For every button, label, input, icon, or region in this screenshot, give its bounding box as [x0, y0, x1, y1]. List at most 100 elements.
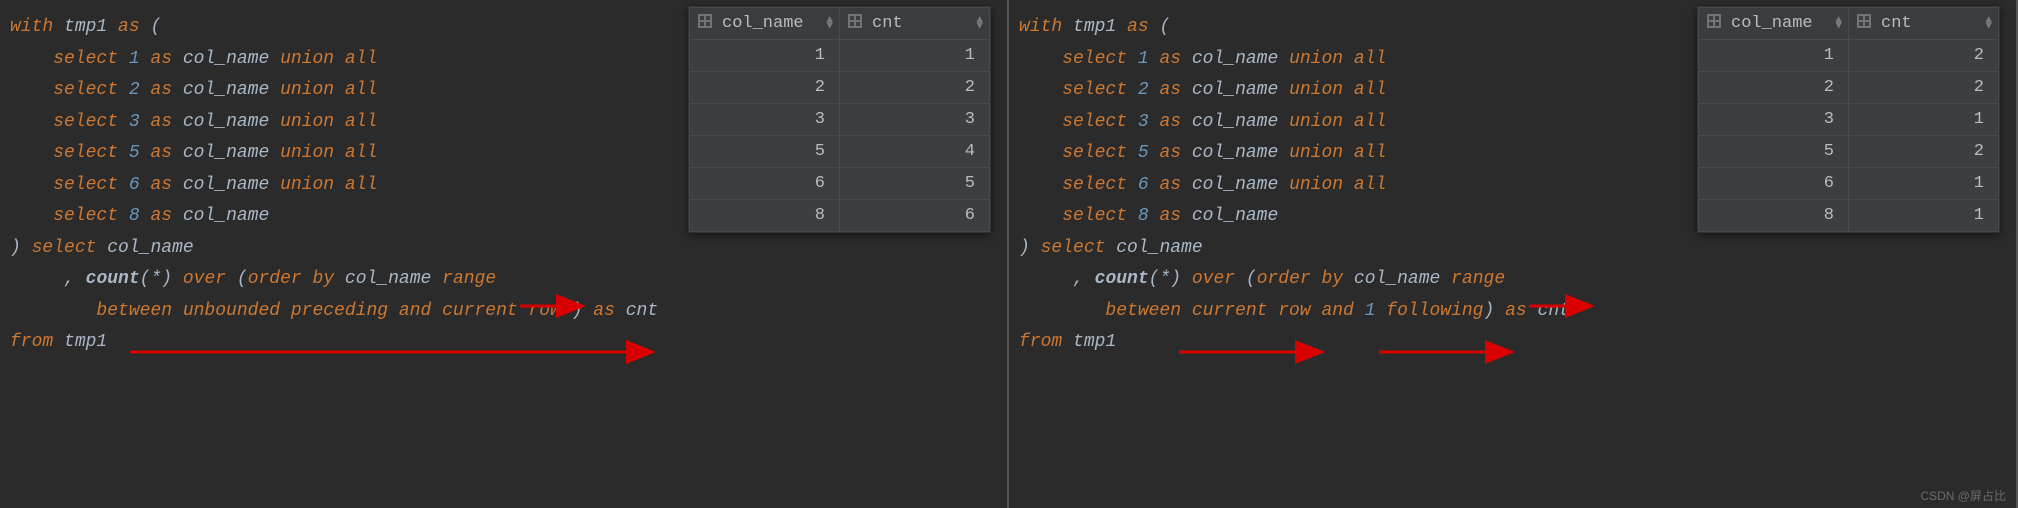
table-cell: 6 [840, 200, 990, 232]
column-header[interactable]: cnt ▲▼ [1849, 8, 1999, 40]
table-row[interactable]: 81 [1699, 200, 1999, 232]
column-header[interactable]: col_name ▲▼ [690, 8, 840, 40]
right-result-table: col_name▲▼cnt▲▼ 122231526181 [1697, 6, 2000, 233]
column-header[interactable]: cnt▲▼ [840, 8, 990, 40]
code-token: 2 [129, 80, 140, 100]
code-token: col_name [1192, 49, 1278, 69]
table-cell: 6 [690, 168, 840, 200]
code-token [10, 269, 64, 289]
code-token: col_name [1192, 143, 1278, 163]
code-token: as [140, 143, 183, 163]
column-icon [698, 14, 712, 34]
code-line: , count(*) over (order by col_name range [1019, 264, 2006, 296]
table-cell: 5 [690, 136, 840, 168]
code-token: , [1073, 269, 1084, 289]
code-token: 5 [1138, 143, 1149, 163]
code-token: ) [10, 238, 32, 258]
left-result-table: col_name▲▼cnt▲▼ 112233546586 [688, 6, 991, 233]
code-token: as [140, 175, 183, 195]
table-row[interactable]: 54 [690, 136, 990, 168]
table-cell: 2 [690, 72, 840, 104]
code-token: select [10, 206, 129, 226]
table-row[interactable]: 33 [690, 104, 990, 136]
table-cell: 5 [840, 168, 990, 200]
code-token: as [593, 301, 625, 321]
code-token: select [1019, 206, 1138, 226]
code-token: 6 [1138, 175, 1149, 195]
column-icon [1857, 14, 1871, 34]
code-token: select [10, 112, 129, 132]
code-token: ( [237, 269, 248, 289]
code-token: ( [1159, 17, 1170, 37]
table-cell: 2 [1849, 136, 1999, 168]
code-token [75, 269, 86, 289]
table-cell: 3 [1699, 104, 1849, 136]
table-row[interactable]: 86 [690, 200, 990, 232]
code-line: from tmp1 [10, 327, 997, 359]
code-token: select [1019, 112, 1138, 132]
code-token: union all [269, 80, 377, 100]
table-cell: 1 [1849, 168, 1999, 200]
table-row[interactable]: 61 [1699, 168, 1999, 200]
code-token: ) [561, 301, 593, 321]
code-token: as [140, 49, 183, 69]
code-token: between unbounded preceding and current … [10, 301, 561, 321]
code-token: tmp1 [1073, 332, 1116, 352]
code-line: ) select col_name [10, 233, 997, 265]
table-cell: 2 [840, 72, 990, 104]
table-cell: 4 [840, 136, 990, 168]
sort-icon[interactable]: ▲▼ [826, 17, 833, 30]
table-cell: 3 [690, 104, 840, 136]
table-row[interactable]: 65 [690, 168, 990, 200]
code-line: from tmp1 [1019, 327, 2006, 359]
code-token: as [1149, 143, 1192, 163]
code-token: union all [1278, 49, 1386, 69]
table-cell: 6 [1699, 168, 1849, 200]
table-row[interactable]: 12 [1699, 40, 1999, 72]
code-token: from [10, 332, 64, 352]
code-token: range [1440, 269, 1505, 289]
code-token: as [140, 80, 183, 100]
code-token: col_name [1192, 112, 1278, 132]
code-token: over [1192, 269, 1246, 289]
code-token: count [1095, 269, 1149, 289]
code-token: select [1041, 238, 1117, 258]
table-cell: 2 [1849, 72, 1999, 104]
table-row[interactable]: 31 [1699, 104, 1999, 136]
code-token: col_name [1116, 238, 1202, 258]
code-token: with [1019, 17, 1073, 37]
code-token: select [32, 238, 108, 258]
column-label: cnt [1881, 14, 1912, 33]
code-token [1084, 269, 1095, 289]
sort-icon[interactable]: ▲▼ [1985, 17, 1992, 30]
code-token: , [64, 269, 75, 289]
code-line: , count(*) over (order by col_name range [10, 264, 997, 296]
column-label: col_name [1731, 14, 1813, 33]
column-header[interactable]: col_name ▲▼ [1699, 8, 1849, 40]
code-token: over [183, 269, 237, 289]
code-token: as [1149, 175, 1192, 195]
code-token: select [1019, 143, 1138, 163]
code-token: (*) [140, 269, 183, 289]
column-icon [848, 14, 862, 34]
code-token: range [431, 269, 496, 289]
sort-icon[interactable]: ▲▼ [1835, 17, 1842, 30]
code-token: as [1149, 206, 1192, 226]
code-token: as [140, 112, 183, 132]
code-token: as [140, 206, 183, 226]
table-row[interactable]: 52 [1699, 136, 1999, 168]
column-label: col_name [722, 14, 804, 33]
table-row[interactable]: 22 [690, 72, 990, 104]
table-row[interactable]: 22 [1699, 72, 1999, 104]
code-token: ( [1246, 269, 1257, 289]
code-token: as [1149, 112, 1192, 132]
sort-icon[interactable]: ▲▼ [976, 17, 983, 30]
code-token: select [10, 49, 129, 69]
code-token: 8 [129, 206, 140, 226]
code-token: as [1127, 17, 1159, 37]
code-token: 1 [129, 49, 140, 69]
code-token: 2 [1138, 80, 1149, 100]
code-token: cnt [1538, 301, 1570, 321]
code-token: col_name [1192, 175, 1278, 195]
table-row[interactable]: 11 [690, 40, 990, 72]
